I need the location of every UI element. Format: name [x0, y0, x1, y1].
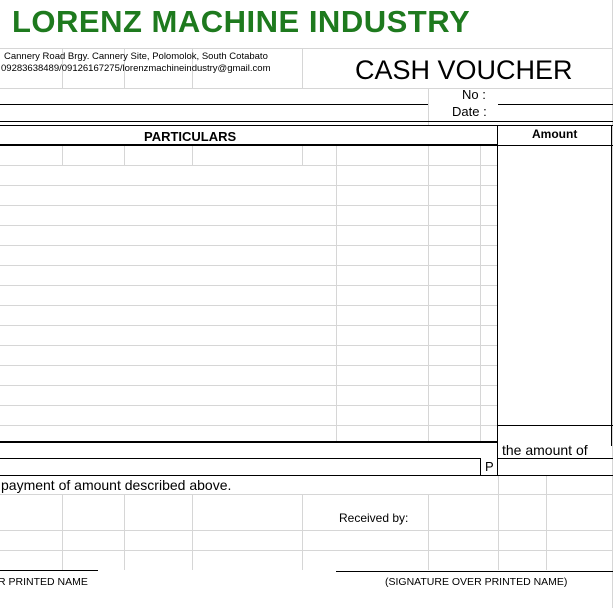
particulars-header: PARTICULARS [144, 129, 237, 144]
company-address: Cannery Road Brgy. Cannery Site, Polomol… [4, 51, 268, 62]
amount-header: Amount [532, 127, 578, 141]
currency-symbol: P [485, 459, 494, 474]
voucher-date-label: Date : [452, 104, 487, 119]
signature-line-right: (SIGNATURE OVER PRINTED NAME) [385, 576, 568, 588]
company-name: LORENZ MACHINE INDUSTRY [12, 4, 471, 39]
payment-statement: payment of amount described above. [1, 477, 232, 493]
amount-of-text: the amount of [502, 442, 588, 458]
company-contact: 09283638489/09126167275/lorenzmachineind… [1, 63, 271, 74]
received-by-label: Received by: [339, 511, 409, 525]
signature-line-left: R PRINTED NAME [0, 576, 88, 588]
voucher-number-label: No : [462, 87, 486, 102]
document-title: CASH VOUCHER [355, 55, 573, 85]
